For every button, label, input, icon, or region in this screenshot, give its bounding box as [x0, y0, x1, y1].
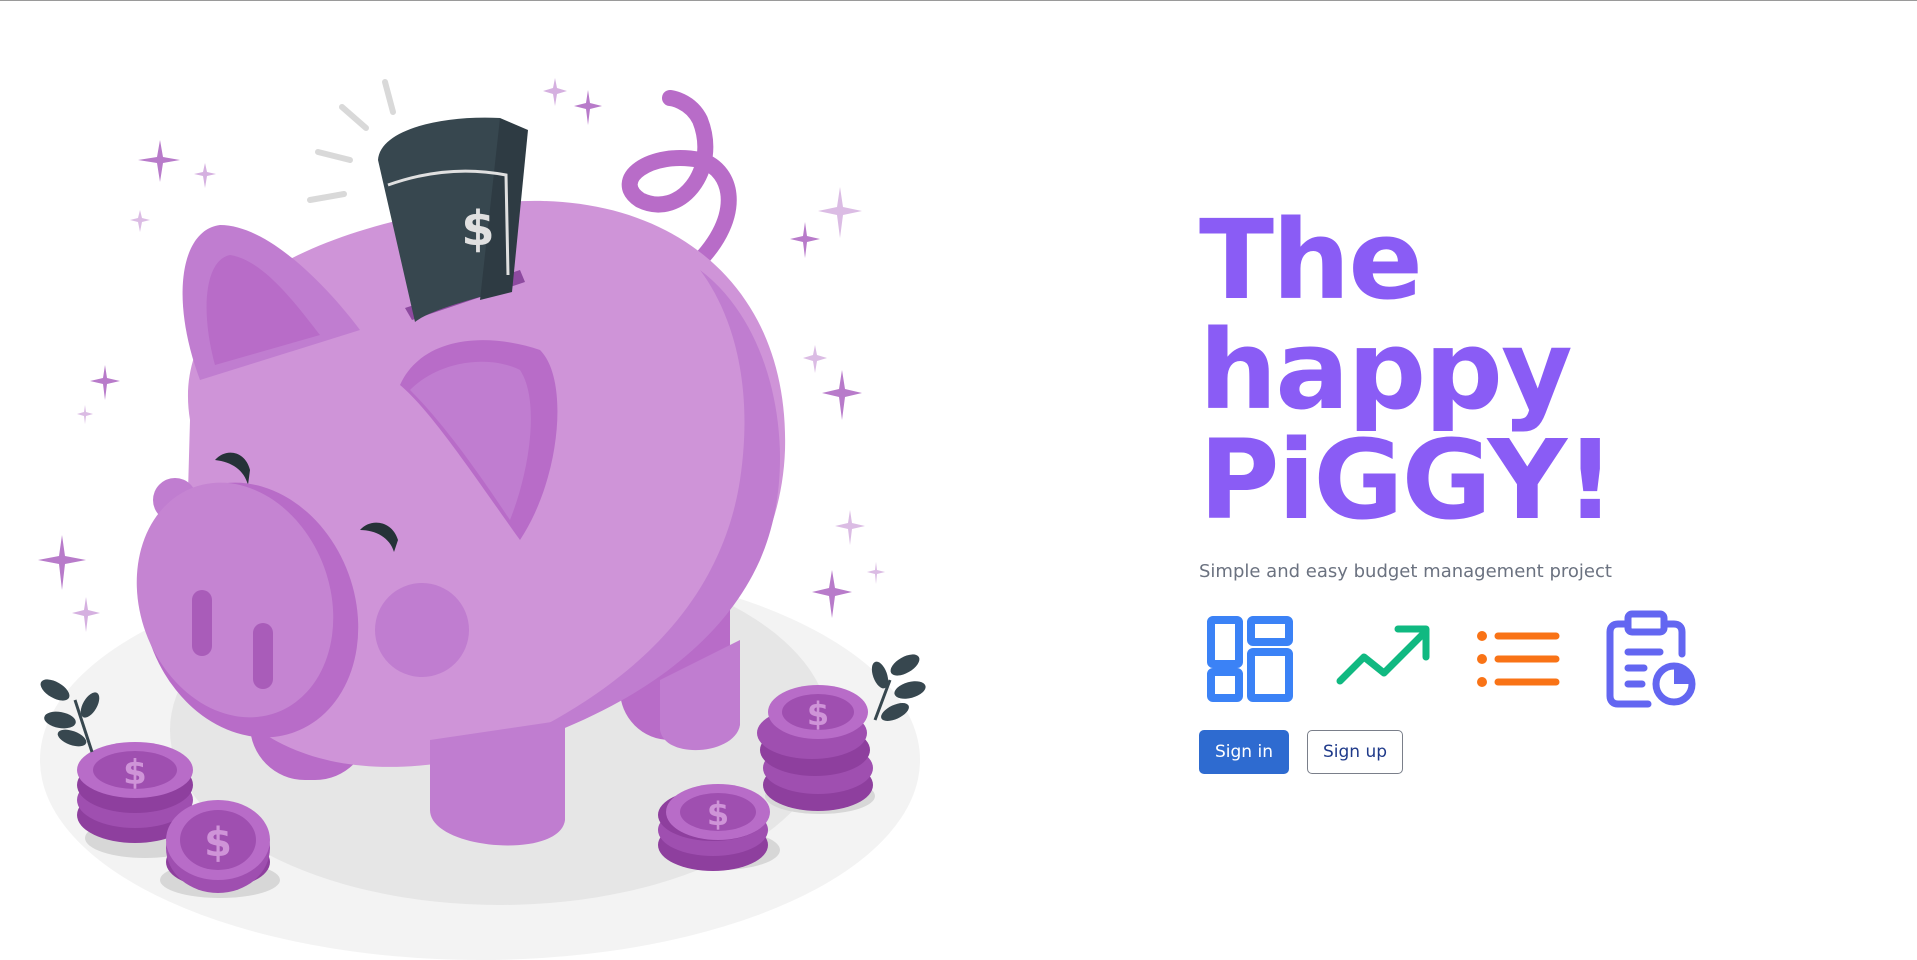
hero-title-line-3: PiGGY! — [1199, 416, 1615, 544]
list-icon — [1469, 610, 1567, 708]
svg-text:$: $ — [707, 795, 729, 833]
piggy-bank-illustration: $ $ $ $ $ — [0, 0, 960, 960]
svg-text:$: $ — [461, 201, 494, 257]
svg-text:$: $ — [807, 695, 829, 733]
sign-in-button[interactable]: Sign in — [1199, 730, 1289, 774]
dashboard-icon — [1201, 610, 1299, 708]
auth-actions: Sign in Sign up — [1199, 730, 1839, 774]
svg-text:$: $ — [204, 820, 232, 866]
svg-text:$: $ — [123, 753, 147, 793]
clipboard-report-icon — [1603, 610, 1701, 708]
feature-icons — [1201, 610, 1839, 708]
hero-content: The happy PiGGY! Simple and easy budget … — [1199, 205, 1839, 774]
hero-title: The happy PiGGY! — [1199, 205, 1839, 535]
sign-up-button[interactable]: Sign up — [1307, 730, 1403, 774]
trending-up-icon — [1335, 610, 1433, 708]
hero-title-line-1: The — [1199, 196, 1423, 324]
hero-title-line-2: happy — [1199, 306, 1573, 434]
hero-subtitle: Simple and easy budget management projec… — [1199, 561, 1612, 582]
